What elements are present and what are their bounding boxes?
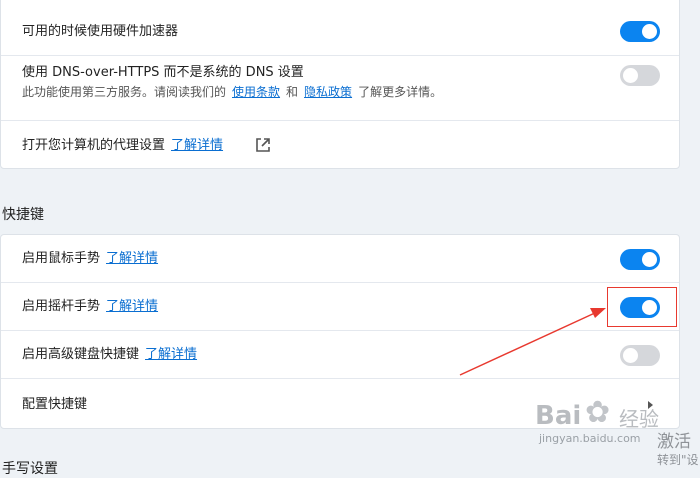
advanced-keyboard-shortcuts-label: 启用高级键盘快捷键 了解详情 [22, 347, 203, 363]
performance-settings-card: 可用的时候使用硬件加速器 使用 DNS-over-HTTPS 而不是系统的 DN… [0, 0, 680, 169]
privacy-policy-link[interactable]: 隐私政策 [304, 85, 352, 99]
toggle-knob [642, 24, 657, 39]
hardware-acceleration-label: 可用的时候使用硬件加速器 [22, 24, 179, 39]
external-link-icon[interactable] [255, 137, 271, 153]
dns-over-https-row[interactable]: 使用 DNS-over-HTTPS 而不是系统的 DNS 设置 此功能使用第三方… [1, 56, 679, 121]
dns-over-https-description: 此功能使用第三方服务。请阅读我们的 使用条款和隐私政策 了解更多详情。 [22, 84, 442, 100]
hardware-acceleration-toggle[interactable] [620, 21, 660, 42]
rocker-gestures-text: 启用摇杆手势 [22, 299, 101, 314]
proxy-settings-text: 打开您计算机的代理设置 [22, 138, 166, 153]
advanced-keyboard-shortcuts-text: 启用高级键盘快捷键 [22, 347, 140, 362]
configure-shortcuts-row[interactable]: 配置快捷键 [1, 379, 679, 430]
mouse-gestures-row[interactable]: 启用鼠标手势 了解详情 [1, 235, 679, 283]
hardware-acceleration-row[interactable]: 可用的时候使用硬件加速器 [1, 0, 679, 56]
activate-windows-subtext: 转到"设 [657, 453, 699, 467]
configure-shortcuts-label: 配置快捷键 [22, 397, 88, 412]
mouse-gestures-label: 启用鼠标手势 了解详情 [22, 251, 164, 267]
advanced-shortcuts-learn-more-link[interactable]: 了解详情 [145, 347, 197, 362]
mouse-gestures-toggle[interactable] [620, 249, 660, 270]
toggle-knob [623, 68, 638, 83]
watermark-url: jingyan.baidu.com [539, 432, 641, 445]
proxy-settings-label: 打开您计算机的代理设置 了解详情 [22, 138, 229, 154]
dns-over-https-label: 使用 DNS-over-HTTPS 而不是系统的 DNS 设置 [22, 65, 304, 80]
mouse-gestures-text: 启用鼠标手势 [22, 251, 101, 266]
toggle-knob [642, 252, 657, 267]
next-section-title: 手写设置 [2, 461, 58, 477]
chevron-right-icon [648, 401, 653, 409]
rocker-gestures-label: 启用摇杆手势 了解详情 [22, 299, 164, 315]
proxy-learn-more-link[interactable]: 了解详情 [171, 138, 223, 153]
dns-over-https-toggle[interactable] [620, 65, 660, 86]
annotation-highlight-box [607, 287, 677, 327]
rocker-gestures-row[interactable]: 启用摇杆手势 了解详情 [1, 283, 679, 331]
shortcuts-section-title: 快捷键 [2, 207, 44, 223]
dns-description-suffix: 了解更多详情。 [358, 85, 443, 99]
activate-windows-text: 激活 [657, 432, 691, 452]
terms-of-use-link[interactable]: 使用条款 [232, 85, 280, 99]
rocker-gestures-learn-more-link[interactable]: 了解详情 [106, 299, 158, 314]
advanced-keyboard-shortcuts-row[interactable]: 启用高级键盘快捷键 了解详情 [1, 331, 679, 379]
proxy-settings-row[interactable]: 打开您计算机的代理设置 了解详情 [1, 121, 679, 170]
dns-description-and: 和 [286, 85, 299, 99]
shortcuts-card: 启用鼠标手势 了解详情 启用摇杆手势 了解详情 启用高级键盘快捷键 了解详情 配置快捷… [0, 234, 680, 429]
toggle-knob [623, 348, 638, 363]
dns-description-prefix: 此功能使用第三方服务。请阅读我们的 [22, 85, 227, 99]
advanced-keyboard-shortcuts-toggle[interactable] [620, 345, 660, 366]
mouse-gestures-learn-more-link[interactable]: 了解详情 [106, 251, 158, 266]
